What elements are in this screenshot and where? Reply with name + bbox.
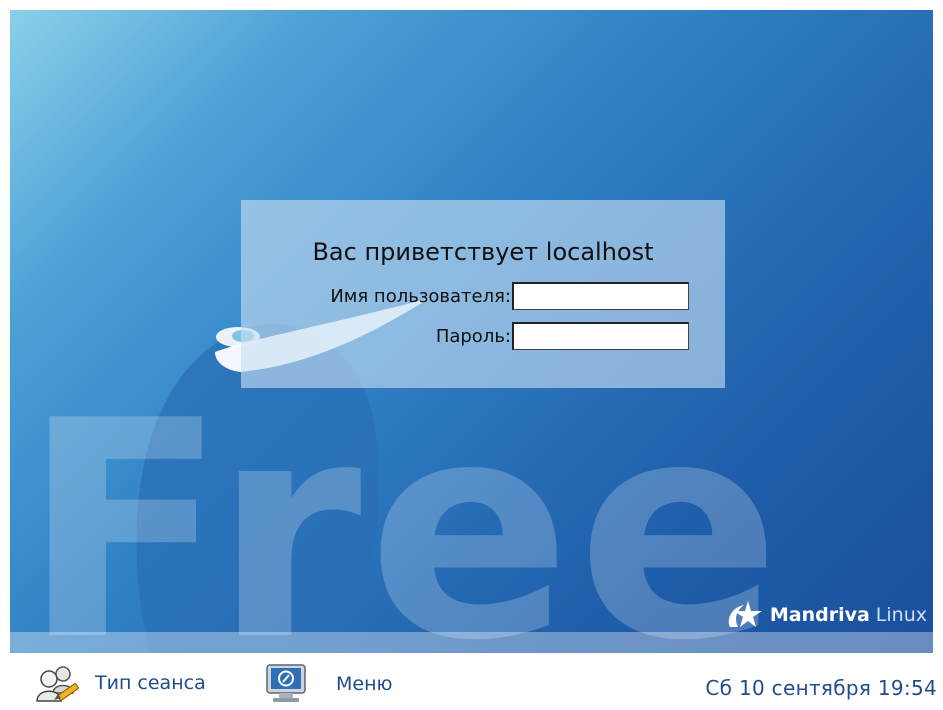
monitor-menu-icon (266, 664, 306, 702)
mandriva-logo: Mandriva Linux (722, 597, 927, 633)
session-type-button[interactable]: Тип сеанса (33, 663, 206, 703)
greeting-text: Вас приветствует localhost (312, 238, 654, 266)
password-label: Пароль: (435, 325, 511, 347)
brand-name: Mandriva (769, 604, 870, 626)
login-dialog: Вас приветствует localhost Имя пользоват… (241, 200, 725, 388)
password-row: Пароль: (436, 322, 689, 350)
username-row: Имя пользователя: (330, 282, 689, 310)
login-screen-background: Free Mandriva Linux Вас приветствует loc… (10, 10, 933, 653)
bottom-bar: Тип сеанса Меню Сб 10 сентября 19:54 (0, 653, 943, 710)
menu-button[interactable]: Меню (264, 663, 393, 705)
star-logo-icon (728, 601, 762, 627)
wallpaper-free-text: Free (22, 357, 787, 654)
clock: Сб 10 сентября 19:54 (705, 676, 937, 700)
username-label: Имя пользователя: (330, 285, 511, 307)
password-input[interactable] (512, 322, 689, 350)
session-users-icon (36, 666, 79, 702)
session-type-label: Тип сеанса (95, 672, 206, 694)
menu-label: Меню (336, 673, 393, 695)
brand-suffix: Linux (875, 604, 927, 626)
username-input[interactable] (512, 282, 689, 310)
